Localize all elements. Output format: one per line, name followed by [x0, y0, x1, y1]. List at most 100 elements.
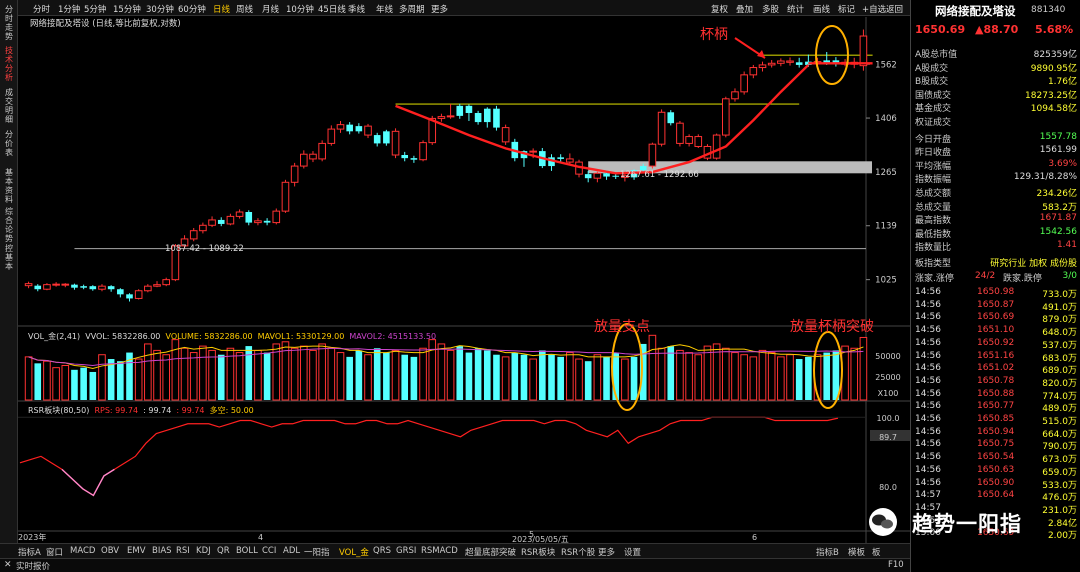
tick-price: 1651.16	[977, 350, 1015, 361]
indicator-tab-6[interactable]: RSI	[176, 546, 190, 556]
period-tab-12[interactable]: 年线	[376, 3, 393, 15]
left-tab-0[interactable]: 分时走势	[2, 5, 16, 41]
toolbar-button-5[interactable]: 标记	[838, 3, 855, 15]
tick-row[interactable]: 14:57 1650.64 476.0万	[911, 490, 1080, 504]
stat-label: 权证成交	[915, 118, 952, 128]
indicator-tab-19[interactable]: RSR个股	[561, 546, 595, 558]
volume-bar	[437, 343, 446, 401]
tick-row[interactable]: 14:56 1650.94 664.0万	[911, 427, 1080, 440]
indicator-tab-15[interactable]: GRSI	[396, 546, 416, 556]
indicator-right-0[interactable]: 指标B	[816, 546, 839, 558]
period-tab-0[interactable]: 分时	[33, 3, 50, 15]
indicator-tab-12[interactable]: 一阳指	[304, 546, 330, 558]
volume-bar	[446, 349, 455, 401]
toolbar-button-1[interactable]: 叠加	[736, 3, 753, 15]
tick-row[interactable]: 14:56 1650.87 491.0万	[911, 300, 1080, 313]
candle-body	[584, 174, 592, 179]
indicator-tab-3[interactable]: OBV	[101, 546, 119, 556]
period-tab-7[interactable]: 周线	[236, 3, 253, 15]
indicator-tab-1[interactable]: 窗口	[46, 546, 63, 558]
tick-row[interactable]: 14:56 1650.69 879.0万	[911, 312, 1080, 325]
tick-row[interactable]: 14:56 1650.77 489.0万	[911, 401, 1080, 415]
tick-row[interactable]: 14:56 1650.54 673.0万	[911, 452, 1080, 465]
toolbar-button-0[interactable]: 复权	[711, 3, 728, 15]
indicator-tab-17[interactable]: 超量底部突破	[465, 546, 516, 558]
tick-row[interactable]: 14:56 1650.75 790.0万	[911, 439, 1080, 452]
tick-row[interactable]: 14:56 1651.16 683.0万	[911, 350, 1080, 364]
indicator-tab-20[interactable]: 更多	[598, 546, 615, 558]
period-tab-2[interactable]: 5分钟	[84, 3, 106, 15]
chart-title: 网络接配及塔设 (日线,等比前复权,对数)	[30, 19, 181, 29]
period-tab-8[interactable]: 月线	[262, 3, 279, 15]
indicator-tab-14[interactable]: QRS	[373, 546, 391, 556]
indicator-tab-9[interactable]: BOLL	[236, 546, 258, 556]
tick-row[interactable]: 14:56 1650.63 659.0万	[911, 465, 1080, 478]
stat-row: 基金成交 1094.58亿	[915, 101, 1077, 114]
tick-volume: 476.0万	[1042, 493, 1077, 504]
candle-body	[263, 220, 271, 223]
tick-time: 14:56	[915, 388, 941, 399]
indicator-tab-13[interactable]: VOL_金	[339, 546, 369, 558]
indicator-tab-21[interactable]: 设置	[624, 546, 641, 558]
indicator-right-1[interactable]: 模板	[848, 546, 865, 558]
indicator-tab-7[interactable]: KDJ	[196, 546, 211, 556]
tick-price: 1650.78	[977, 375, 1015, 386]
tick-time: 14:56	[915, 375, 941, 386]
tick-row[interactable]: 14:56 1651.10 648.0万	[911, 325, 1080, 338]
left-tab-4[interactable]: 基本资料	[2, 168, 16, 204]
indicator-right-2[interactable]: 板	[872, 546, 881, 558]
candle-body	[731, 91, 739, 100]
left-tab-2[interactable]: 成交明细	[2, 88, 16, 124]
indicator-tab-10[interactable]: CCI	[262, 546, 276, 556]
period-tab-6[interactable]: 日线	[213, 3, 230, 15]
indicator-tab-5[interactable]: BIAS	[152, 546, 172, 556]
indicator-tab-18[interactable]: RSR板块	[521, 546, 555, 558]
chart-canvas[interactable]: 1562 1406 1265 1139 1025 50000 25000 X100 100.0 8…	[0, 0, 910, 560]
tick-row[interactable]: 14:56 1650.92 537.0万	[911, 338, 1080, 351]
left-tab-5[interactable]: 综合论势	[2, 207, 16, 243]
toolbar-button-3[interactable]: 统计	[787, 3, 804, 15]
indicator-tab-2[interactable]: MACD	[70, 546, 95, 556]
f10-button[interactable]: F10	[888, 560, 904, 570]
candle-body	[758, 64, 767, 69]
period-tab-11[interactable]: 季线	[348, 3, 365, 15]
period-tab-13[interactable]: 多周期	[399, 3, 425, 15]
stat-value: 129.31/8.28%	[1013, 172, 1077, 183]
candle-body	[309, 153, 317, 160]
period-tab-1[interactable]: 1分钟	[58, 3, 80, 15]
indicator-tab-11[interactable]: ADL	[283, 546, 300, 556]
realtime-quote-label[interactable]: 实时报价	[16, 560, 50, 572]
period-tab-9[interactable]: 10分钟	[286, 3, 314, 15]
indicator-tab-4[interactable]: EMV	[127, 546, 146, 556]
stat-label: 今日开盘	[915, 134, 952, 145]
toolbar-button-4[interactable]: 画线	[813, 3, 830, 15]
candle-body	[465, 105, 473, 113]
toolbar-button-6[interactable]: +自选	[862, 3, 886, 15]
indicator-tab-0[interactable]: 指标A	[18, 546, 41, 558]
date-label: 2023年	[18, 532, 46, 542]
tick-row[interactable]: 14:56 1650.90 533.0万	[911, 478, 1080, 491]
left-tab-1[interactable]: 技术分析	[2, 46, 16, 82]
tick-row[interactable]: 14:56 1650.98 733.0万	[911, 287, 1080, 300]
limit-row: 涨家.涨停 24/2 跌家.跌停 3/0	[915, 271, 1077, 284]
tick-row[interactable]: 14:56 1650.78 820.0万	[911, 375, 1080, 389]
period-tab-4[interactable]: 30分钟	[146, 3, 174, 15]
stat-label: 指数振幅	[915, 175, 952, 186]
period-tab-10[interactable]: 45日线	[318, 3, 346, 15]
tick-row[interactable]: 14:56 1651.02 689.0万	[911, 363, 1080, 376]
left-tab-6[interactable]: 控基本	[2, 244, 16, 271]
indicator-tab-16[interactable]: RSMACD	[421, 546, 458, 556]
period-tab-14[interactable]: 更多	[431, 3, 448, 15]
left-tab-3[interactable]: 分价表	[2, 130, 16, 157]
indicator-tab-8[interactable]: QR	[217, 546, 230, 556]
quote-panel: 网络接配及塔设 881340 1650.69 ▲88.70 5.68% A股总市…	[910, 0, 1080, 572]
period-tab-5[interactable]: 60分钟	[178, 3, 206, 15]
tick-volume: 489.0万	[1042, 404, 1077, 415]
period-tab-3[interactable]: 15分钟	[113, 3, 141, 15]
toolbar-button-2[interactable]: 多股	[762, 3, 779, 15]
tick-row[interactable]: 14:56 1650.85 515.0万	[911, 414, 1080, 427]
candle-body	[795, 62, 803, 65]
stat-row: 国债成交 18273.25亿	[915, 88, 1077, 101]
tick-row[interactable]: 14:56 1650.88 774.0万	[911, 388, 1080, 402]
toolbar-button-7[interactable]: 返回	[886, 3, 903, 15]
